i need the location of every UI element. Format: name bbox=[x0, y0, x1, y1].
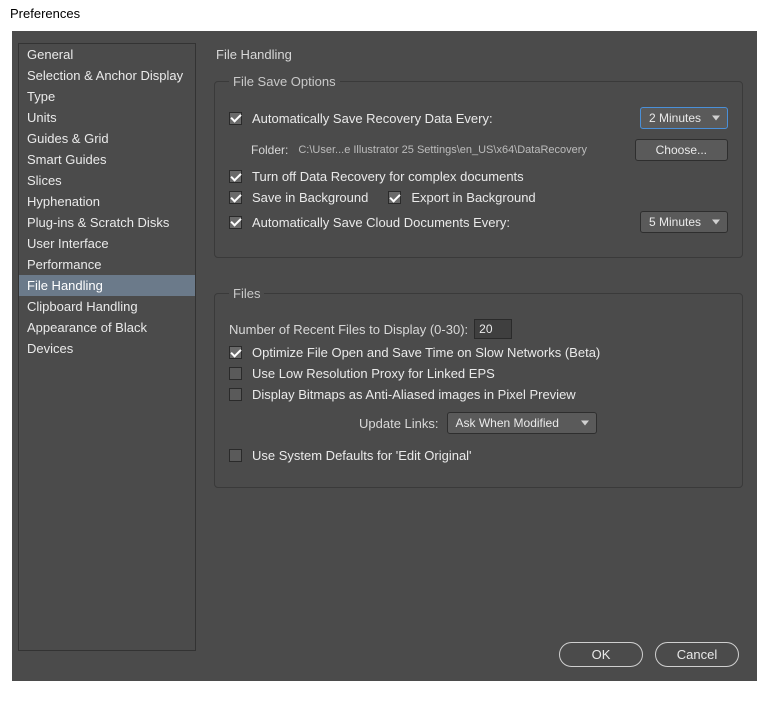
sidebar-item-smart-guides[interactable]: Smart Guides bbox=[19, 149, 195, 170]
update-links-label: Update Links: bbox=[359, 416, 439, 431]
recent-files-label: Number of Recent Files to Display (0-30)… bbox=[229, 322, 468, 337]
sidebar-item-file-handling[interactable]: File Handling bbox=[19, 275, 195, 296]
cloud-save-label[interactable]: Automatically Save Cloud Documents Every… bbox=[252, 215, 510, 230]
auto-recovery-checkbox[interactable] bbox=[229, 112, 242, 125]
sidebar-item-general[interactable]: General bbox=[19, 44, 195, 65]
sidebar-item-performance[interactable]: Performance bbox=[19, 254, 195, 275]
bitmap-antialias-checkbox[interactable] bbox=[229, 388, 242, 401]
files-group: Files Number of Recent Files to Display … bbox=[214, 286, 743, 488]
export-background-checkbox[interactable] bbox=[388, 191, 401, 204]
save-background-label[interactable]: Save in Background bbox=[252, 190, 368, 205]
sidebar-item-clipboard-handling[interactable]: Clipboard Handling bbox=[19, 296, 195, 317]
system-defaults-label[interactable]: Use System Defaults for 'Edit Original' bbox=[252, 448, 472, 463]
save-background-checkbox[interactable] bbox=[229, 191, 242, 204]
sidebar-item-appearance-of-black[interactable]: Appearance of Black bbox=[19, 317, 195, 338]
dialog-footer: OK Cancel bbox=[559, 642, 739, 667]
sidebar-item-hyphenation[interactable]: Hyphenation bbox=[19, 191, 195, 212]
category-sidebar: GeneralSelection & Anchor DisplayTypeUni… bbox=[18, 43, 196, 651]
choose-folder-button[interactable]: Choose... bbox=[635, 139, 728, 161]
files-legend: Files bbox=[229, 286, 264, 301]
sidebar-item-units[interactable]: Units bbox=[19, 107, 195, 128]
recovery-folder-path: C:\User...e Illustrator 25 Settings\en_U… bbox=[298, 144, 624, 156]
lowres-proxy-label[interactable]: Use Low Resolution Proxy for Linked EPS bbox=[252, 366, 495, 381]
sidebar-item-user-interface[interactable]: User Interface bbox=[19, 233, 195, 254]
page-title: File Handling bbox=[214, 43, 743, 74]
turn-off-recovery-checkbox[interactable] bbox=[229, 170, 242, 183]
recovery-interval-dropdown[interactable]: 2 Minutes bbox=[640, 107, 728, 129]
sidebar-item-type[interactable]: Type bbox=[19, 86, 195, 107]
preferences-dialog: GeneralSelection & Anchor DisplayTypeUni… bbox=[12, 31, 757, 681]
system-defaults-checkbox[interactable] bbox=[229, 449, 242, 462]
optimize-network-checkbox[interactable] bbox=[229, 346, 242, 359]
sidebar-item-plug-ins-scratch-disks[interactable]: Plug-ins & Scratch Disks bbox=[19, 212, 195, 233]
sidebar-item-devices[interactable]: Devices bbox=[19, 338, 195, 359]
ok-button[interactable]: OK bbox=[559, 642, 643, 667]
file-save-options-group: File Save Options Automatically Save Rec… bbox=[214, 74, 743, 258]
sidebar-item-slices[interactable]: Slices bbox=[19, 170, 195, 191]
recent-files-input[interactable] bbox=[474, 319, 512, 339]
folder-label: Folder: bbox=[251, 143, 288, 157]
lowres-proxy-checkbox[interactable] bbox=[229, 367, 242, 380]
cancel-button[interactable]: Cancel bbox=[655, 642, 739, 667]
bitmap-antialias-label[interactable]: Display Bitmaps as Anti-Aliased images i… bbox=[252, 387, 576, 402]
export-background-label[interactable]: Export in Background bbox=[411, 190, 535, 205]
optimize-network-label[interactable]: Optimize File Open and Save Time on Slow… bbox=[252, 345, 600, 360]
cloud-interval-dropdown[interactable]: 5 Minutes bbox=[640, 211, 728, 233]
update-links-dropdown[interactable]: Ask When Modified bbox=[447, 412, 597, 434]
turn-off-recovery-label[interactable]: Turn off Data Recovery for complex docum… bbox=[252, 169, 524, 184]
file-save-options-legend: File Save Options bbox=[229, 74, 340, 89]
sidebar-item-guides-grid[interactable]: Guides & Grid bbox=[19, 128, 195, 149]
sidebar-item-selection-anchor-display[interactable]: Selection & Anchor Display bbox=[19, 65, 195, 86]
auto-recovery-label[interactable]: Automatically Save Recovery Data Every: bbox=[252, 111, 493, 126]
main-panel: File Handling File Save Options Automati… bbox=[196, 31, 757, 681]
cloud-save-checkbox[interactable] bbox=[229, 216, 242, 229]
window-title: Preferences bbox=[0, 0, 768, 31]
